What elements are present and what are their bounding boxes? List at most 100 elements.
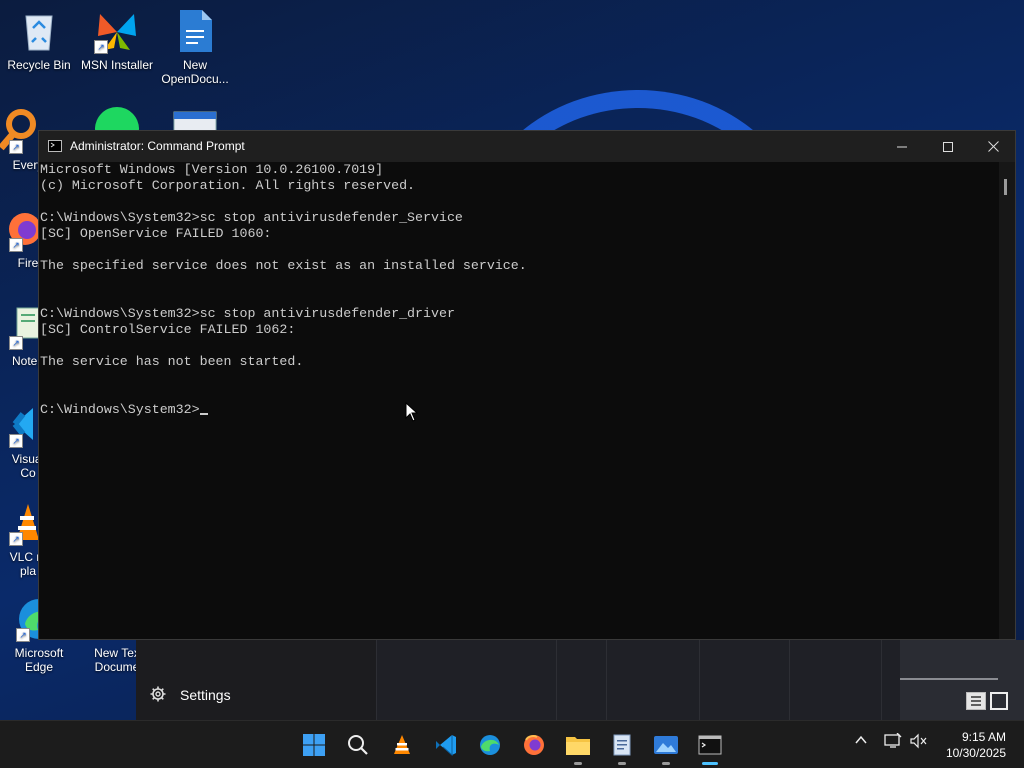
console-line: C:\Windows\System32>sc stop antivirusdef… <box>40 210 463 225</box>
folder-icon <box>566 737 590 755</box>
window-title: Administrator: Command Prompt <box>70 139 245 153</box>
desktop-icon-msn-installer[interactable]: ↗ MSN Installer <box>79 8 155 72</box>
terminal-icon <box>698 735 722 755</box>
clock-time: 9:15 AM <box>961 730 1006 744</box>
desktop-icon-label: Recycle Bin <box>7 58 71 72</box>
start-menu-divider <box>606 640 607 720</box>
search-icon <box>348 735 368 755</box>
start-menu-divider <box>556 640 557 720</box>
volume-button[interactable] <box>910 733 928 752</box>
shortcut-arrow-icon: ↗ <box>9 434 23 448</box>
maximize-icon <box>943 141 953 152</box>
vscode-button[interactable] <box>430 729 462 761</box>
start-menu-left-pane <box>136 640 376 720</box>
console-line: [SC] OpenService FAILED 1060: <box>40 226 272 241</box>
edge-icon <box>480 735 500 755</box>
active-indicator <box>702 762 718 765</box>
vscode-icon: ↗ <box>0 402 41 448</box>
notepad-icon <box>613 734 631 756</box>
notepad-icon: ↗ <box>0 304 41 350</box>
chevron-up-icon <box>855 735 867 744</box>
everything-search-icon: ↗ <box>0 108 41 154</box>
vlc-button[interactable] <box>386 729 418 761</box>
shortcut-arrow-icon: ↗ <box>94 40 108 54</box>
panel-divider <box>900 678 998 680</box>
console-line: [SC] ControlService FAILED 1062: <box>40 322 296 337</box>
running-indicator <box>574 762 582 765</box>
start-menu-divider <box>699 640 700 720</box>
minimize-icon <box>897 146 907 147</box>
system-clock[interactable]: 9:15 AM 10/30/2025 <box>946 729 1006 761</box>
msn-butterfly-icon: ↗ <box>94 8 140 54</box>
show-hidden-icons-button[interactable] <box>854 733 868 750</box>
desktop-icon-label: MSN Installer <box>80 58 154 72</box>
notepad-button[interactable] <box>606 729 638 765</box>
shortcut-arrow-icon: ↗ <box>9 140 23 154</box>
console-line: (c) Microsoft Corporation. All rights re… <box>40 178 416 193</box>
volume-muted-icon <box>910 733 927 749</box>
shortcut-arrow-icon: ↗ <box>9 532 23 546</box>
network-icon <box>884 732 902 748</box>
command-prompt-window[interactable]: Administrator: Command Prompt Microsoft … <box>38 130 1016 640</box>
gear-icon <box>150 686 166 705</box>
shortcut-arrow-icon: ↗ <box>9 336 23 350</box>
start-menu-panel <box>136 640 902 720</box>
desktop-icon-recycle-bin[interactable]: Recycle Bin <box>1 8 77 72</box>
document-icon <box>172 8 218 54</box>
shortcut-arrow-icon: ↗ <box>16 628 30 642</box>
running-indicator <box>662 762 670 765</box>
desktop-icon-label: Microsoft Edge <box>14 646 64 674</box>
taskbar: 9:15 AM 10/30/2025 <box>0 720 1024 768</box>
close-button[interactable] <box>970 131 1016 162</box>
start-menu-divider <box>789 640 790 720</box>
shortcut-arrow-icon: ↗ <box>9 238 23 252</box>
network-button[interactable] <box>884 732 902 752</box>
file-explorer-button[interactable] <box>562 729 594 765</box>
vscode-icon <box>436 735 456 757</box>
side-panel <box>900 640 1024 720</box>
firefox-icon: ↗ <box>0 206 41 252</box>
start-menu-divider <box>376 640 377 720</box>
console-output[interactable]: Microsoft Windows [Version 10.0.26100.70… <box>39 162 1002 639</box>
settings-label: Settings <box>180 687 231 703</box>
close-icon <box>987 141 999 152</box>
firefox-icon <box>524 735 544 755</box>
tile-view-icon[interactable] <box>990 692 1008 710</box>
recycle-bin-icon <box>16 8 62 54</box>
start-menu-settings[interactable]: Settings <box>150 684 231 706</box>
edge-button[interactable] <box>474 729 506 761</box>
list-view-icon[interactable] <box>966 692 986 710</box>
terminal-button[interactable] <box>694 729 726 765</box>
vlc-icon <box>394 735 410 754</box>
console-line: C:\Windows\System32> <box>40 402 1002 418</box>
desktop-icon-label: New OpenDocu... <box>161 58 229 86</box>
firefox-button[interactable] <box>518 729 550 761</box>
text-cursor <box>199 413 208 415</box>
console-line: C:\Windows\System32>sc stop antivirusdef… <box>40 306 455 321</box>
console-line: The specified service does not exist as … <box>40 258 527 273</box>
console-line: Microsoft Windows [Version 10.0.26100.70… <box>40 162 384 177</box>
search-button[interactable] <box>342 729 374 761</box>
photos-button[interactable] <box>650 729 682 765</box>
windows-logo-icon <box>303 734 325 756</box>
minimize-button[interactable] <box>879 131 925 162</box>
scrollbar-thumb[interactable] <box>1004 179 1007 195</box>
console-line: The service has not been started. <box>40 354 304 369</box>
start-button[interactable] <box>298 729 330 761</box>
cmd-app-icon <box>48 140 62 152</box>
window-titlebar[interactable]: Administrator: Command Prompt <box>39 131 1015 162</box>
vlc-icon: ↗ <box>0 500 41 546</box>
desktop-icon-new-opendocument[interactable]: New OpenDocu... <box>157 8 233 86</box>
vertical-scrollbar[interactable] <box>999 162 1015 639</box>
start-menu-divider <box>881 640 882 720</box>
running-indicator <box>618 762 626 765</box>
maximize-button[interactable] <box>925 131 971 162</box>
clock-date: 10/30/2025 <box>945 746 1006 760</box>
